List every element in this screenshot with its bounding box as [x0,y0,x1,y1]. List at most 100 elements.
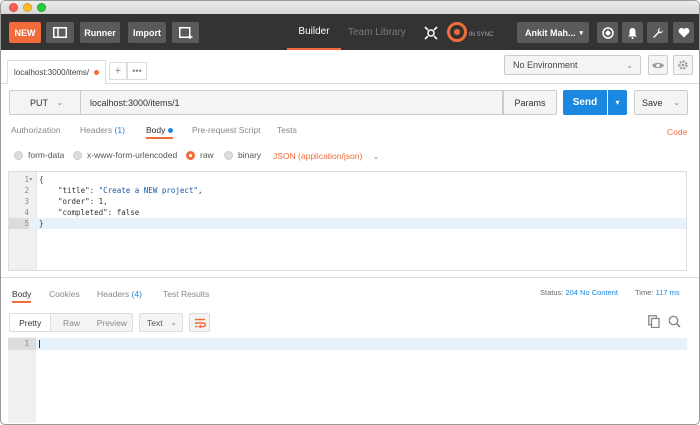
copy-icon [648,315,660,329]
radio-binary[interactable]: binary [224,150,261,160]
generate-code-link[interactable]: Code [667,127,687,137]
json-key: "completed" [58,208,108,217]
tab-headers[interactable]: Headers (1) [80,125,125,139]
response-tab-cookies[interactable]: Cookies [49,289,80,303]
code-text: { [39,175,44,184]
send-button[interactable]: Send [563,90,607,115]
eye-icon [652,62,664,68]
tab-tests[interactable]: Tests [277,125,297,139]
chevron-down-icon: ⌄ [170,318,177,327]
wrap-icon [194,318,206,328]
chevron-down-icon: ▾ [579,29,583,37]
content-type-select[interactable]: JSON (application/json) ⌄ [273,151,379,161]
radio-circle [73,150,82,160]
status-label: Status: [540,288,564,297]
tab-prerequest-script[interactable]: Pre-request Script [192,125,261,139]
wrap-lines-button[interactable] [189,313,210,332]
chevron-down-icon: ⌄ [673,98,680,107]
minimize-window-button[interactable] [23,3,32,12]
environment-select[interactable]: No Environment ⌄ [504,55,641,75]
line-number: 1 [24,175,29,184]
params-button[interactable]: Params [503,90,557,115]
tab-body[interactable]: Body [146,125,174,139]
radio-circle [224,150,233,160]
radio-urlencoded[interactable]: x-www-form-urlencoded [73,150,177,160]
body-indicator [168,128,174,134]
sync-status: IN SYNC [469,32,494,38]
runner-button[interactable]: Runner [80,22,120,43]
panel-divider[interactable] [1,277,699,278]
tab-builder[interactable]: Builder [287,14,341,50]
zoom-window-button[interactable] [37,3,46,12]
radio-form-data-label: form-data [28,150,65,160]
json-separator: : [89,197,99,206]
response-tab-test-results[interactable]: Test Results [163,289,209,303]
json-key: "title" [58,186,90,195]
response-tab-headers[interactable]: Headers (4) [97,289,142,303]
toggle-sidebar-button[interactable] [46,22,74,43]
wrench-icon [652,27,663,38]
user-menu-button[interactable]: Ankit Mah... ▾ [517,22,589,43]
favorites-button[interactable] [673,22,694,43]
code-line: 3 "order": 1, [9,196,686,207]
copy-response-button[interactable] [648,315,660,331]
manage-environments-button[interactable] [673,55,693,75]
line-number: 5 [9,218,29,229]
request-body-editor[interactable]: 1 ▾ { 2 "title": "Create a NEW project",… [8,171,687,271]
search-response-button[interactable] [668,315,681,331]
radio-raw[interactable]: raw [186,150,214,160]
settings-button[interactable] [647,22,668,43]
tab-authorization[interactable]: Authorization [11,125,61,139]
notifications-button[interactable] [622,22,643,43]
headers-count: (1) [114,125,125,135]
request-tab-label: localhost:3000/items/ [14,68,90,77]
new-window-button[interactable] [172,22,199,43]
environment-select-value: No Environment [513,60,578,70]
close-window-button[interactable] [9,3,18,12]
more-tabs-button[interactable]: ••• [127,62,147,80]
code-text: "title": "Create a NEW project", [58,185,203,196]
tab-team-library[interactable]: Team Library [348,14,406,50]
bell-icon [628,27,637,39]
add-tab-button[interactable]: + [109,62,127,80]
title-bar [1,1,699,14]
format-raw-button[interactable]: Raw [51,314,91,331]
save-button[interactable]: Save ⌄ [634,90,688,115]
line-number: 2 [24,186,29,195]
method-select[interactable]: PUT ⌄ [9,90,81,115]
response-time: Time: 117 ms [635,288,680,297]
json-separator: : [89,186,99,195]
url-input[interactable]: localhost:3000/items/1 [81,90,503,115]
unsaved-indicator [94,70,99,75]
import-button[interactable]: Import [128,22,166,43]
code-line: 2 "title": "Create a NEW project", [9,185,686,196]
heart-icon [678,28,689,38]
send-options-button[interactable]: ▾ [608,90,627,115]
response-language-select[interactable]: Text ⌄ [139,313,183,332]
response-format-group: Pretty Raw Preview [9,313,133,332]
method-value: PUT [30,97,48,108]
format-preview-button[interactable]: Preview [92,314,132,331]
request-tab[interactable]: localhost:3000/items/ [7,60,106,84]
json-key: "order" [58,197,90,206]
browse-button[interactable] [597,22,618,43]
radio-circle [14,150,23,160]
format-pretty-button[interactable]: Pretty [10,314,52,331]
response-body-viewer[interactable]: 1 [8,337,687,423]
fold-arrow-icon[interactable]: ▾ [29,174,33,185]
chevron-down-icon: ⌄ [626,60,633,70]
line-number: 4 [24,208,29,217]
chevron-down-icon: ⌄ [372,152,380,161]
satellite-icon [423,25,438,40]
code-line: 4 "completed": false [9,207,686,218]
interceptor-button[interactable] [420,22,441,43]
new-button[interactable]: NEW [9,22,41,43]
response-line-current: 1 [8,338,687,350]
environment-quick-look-button[interactable] [648,55,668,75]
sync-icon[interactable] [447,22,467,42]
response-tab-body[interactable]: Body [12,289,32,303]
response-headers-count: (4) [131,289,142,299]
line-number: 3 [24,197,29,206]
radio-form-data[interactable]: form-data [14,150,64,160]
time-label: Time: [635,288,654,297]
